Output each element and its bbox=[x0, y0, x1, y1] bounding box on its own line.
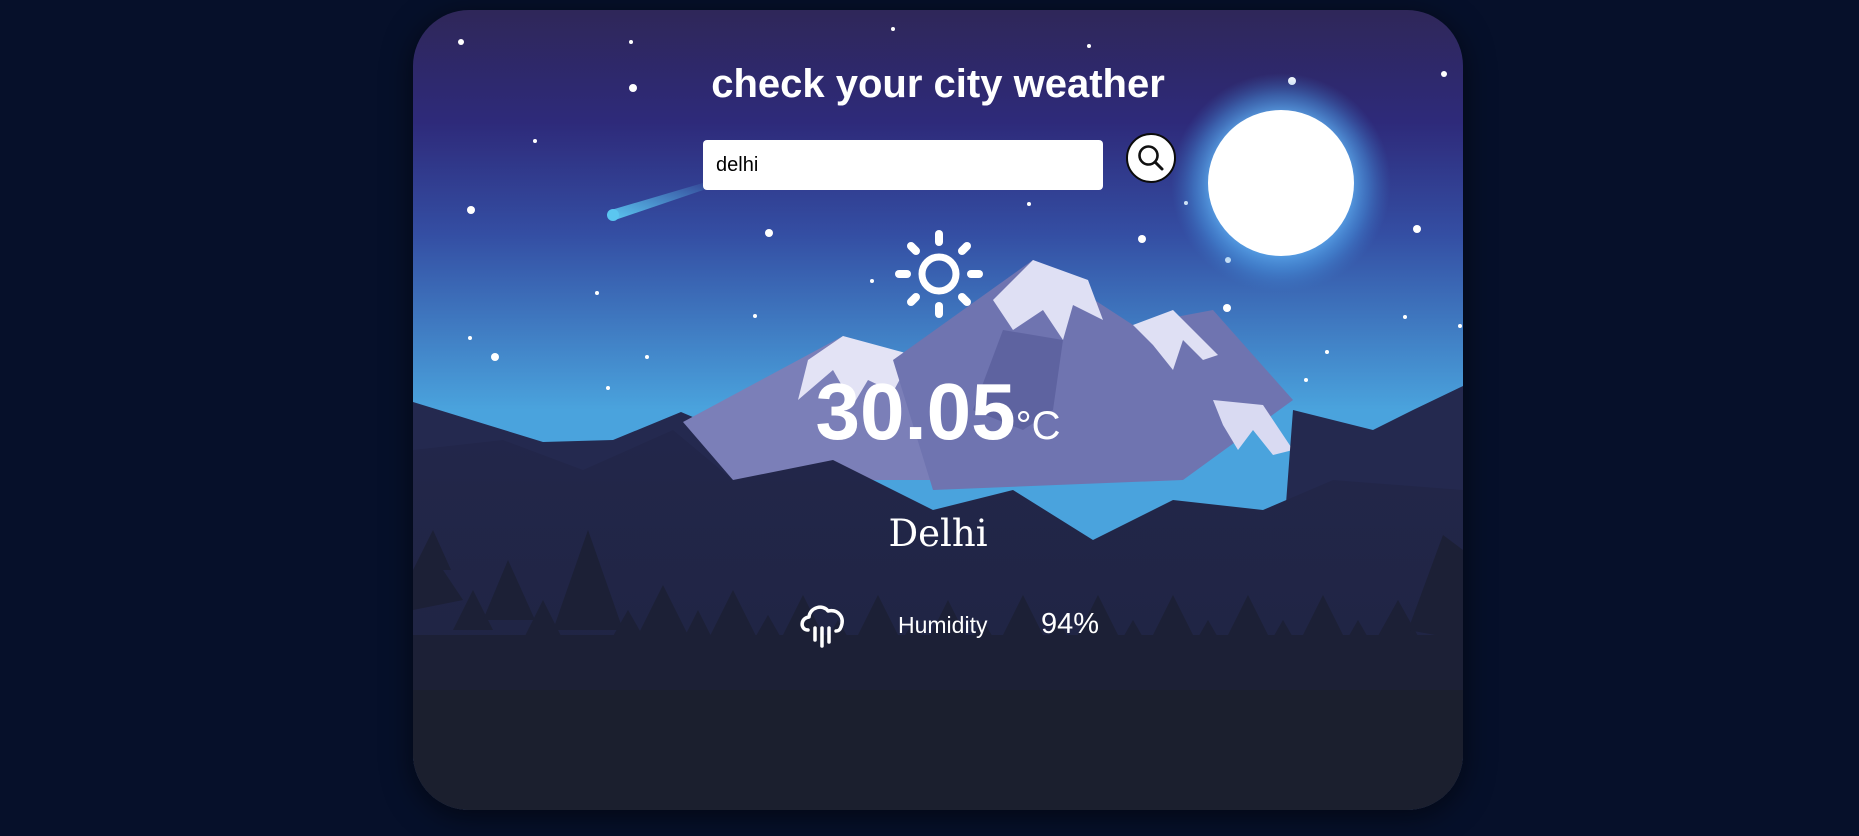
temperature-value: 30.05 bbox=[815, 367, 1016, 456]
rain-cloud-icon bbox=[800, 605, 844, 648]
sun-icon bbox=[895, 230, 983, 318]
page-title: check your city weather bbox=[711, 62, 1165, 106]
search-button[interactable] bbox=[1126, 133, 1176, 183]
humidity-value: 94% bbox=[1041, 608, 1100, 640]
temperature-unit: °C bbox=[1015, 404, 1061, 448]
city-name: Delhi bbox=[888, 512, 988, 555]
search-icon bbox=[1138, 145, 1164, 171]
city-search-input[interactable] bbox=[703, 140, 1103, 190]
weather-card: check your city weather 30.05°C Delhi bbox=[413, 10, 1463, 810]
weather-details: Humidity 94% bbox=[413, 600, 1463, 655]
moon bbox=[1208, 110, 1354, 256]
temperature-display: 30.05°C bbox=[413, 372, 1463, 452]
humidity-label: Humidity bbox=[898, 612, 988, 638]
